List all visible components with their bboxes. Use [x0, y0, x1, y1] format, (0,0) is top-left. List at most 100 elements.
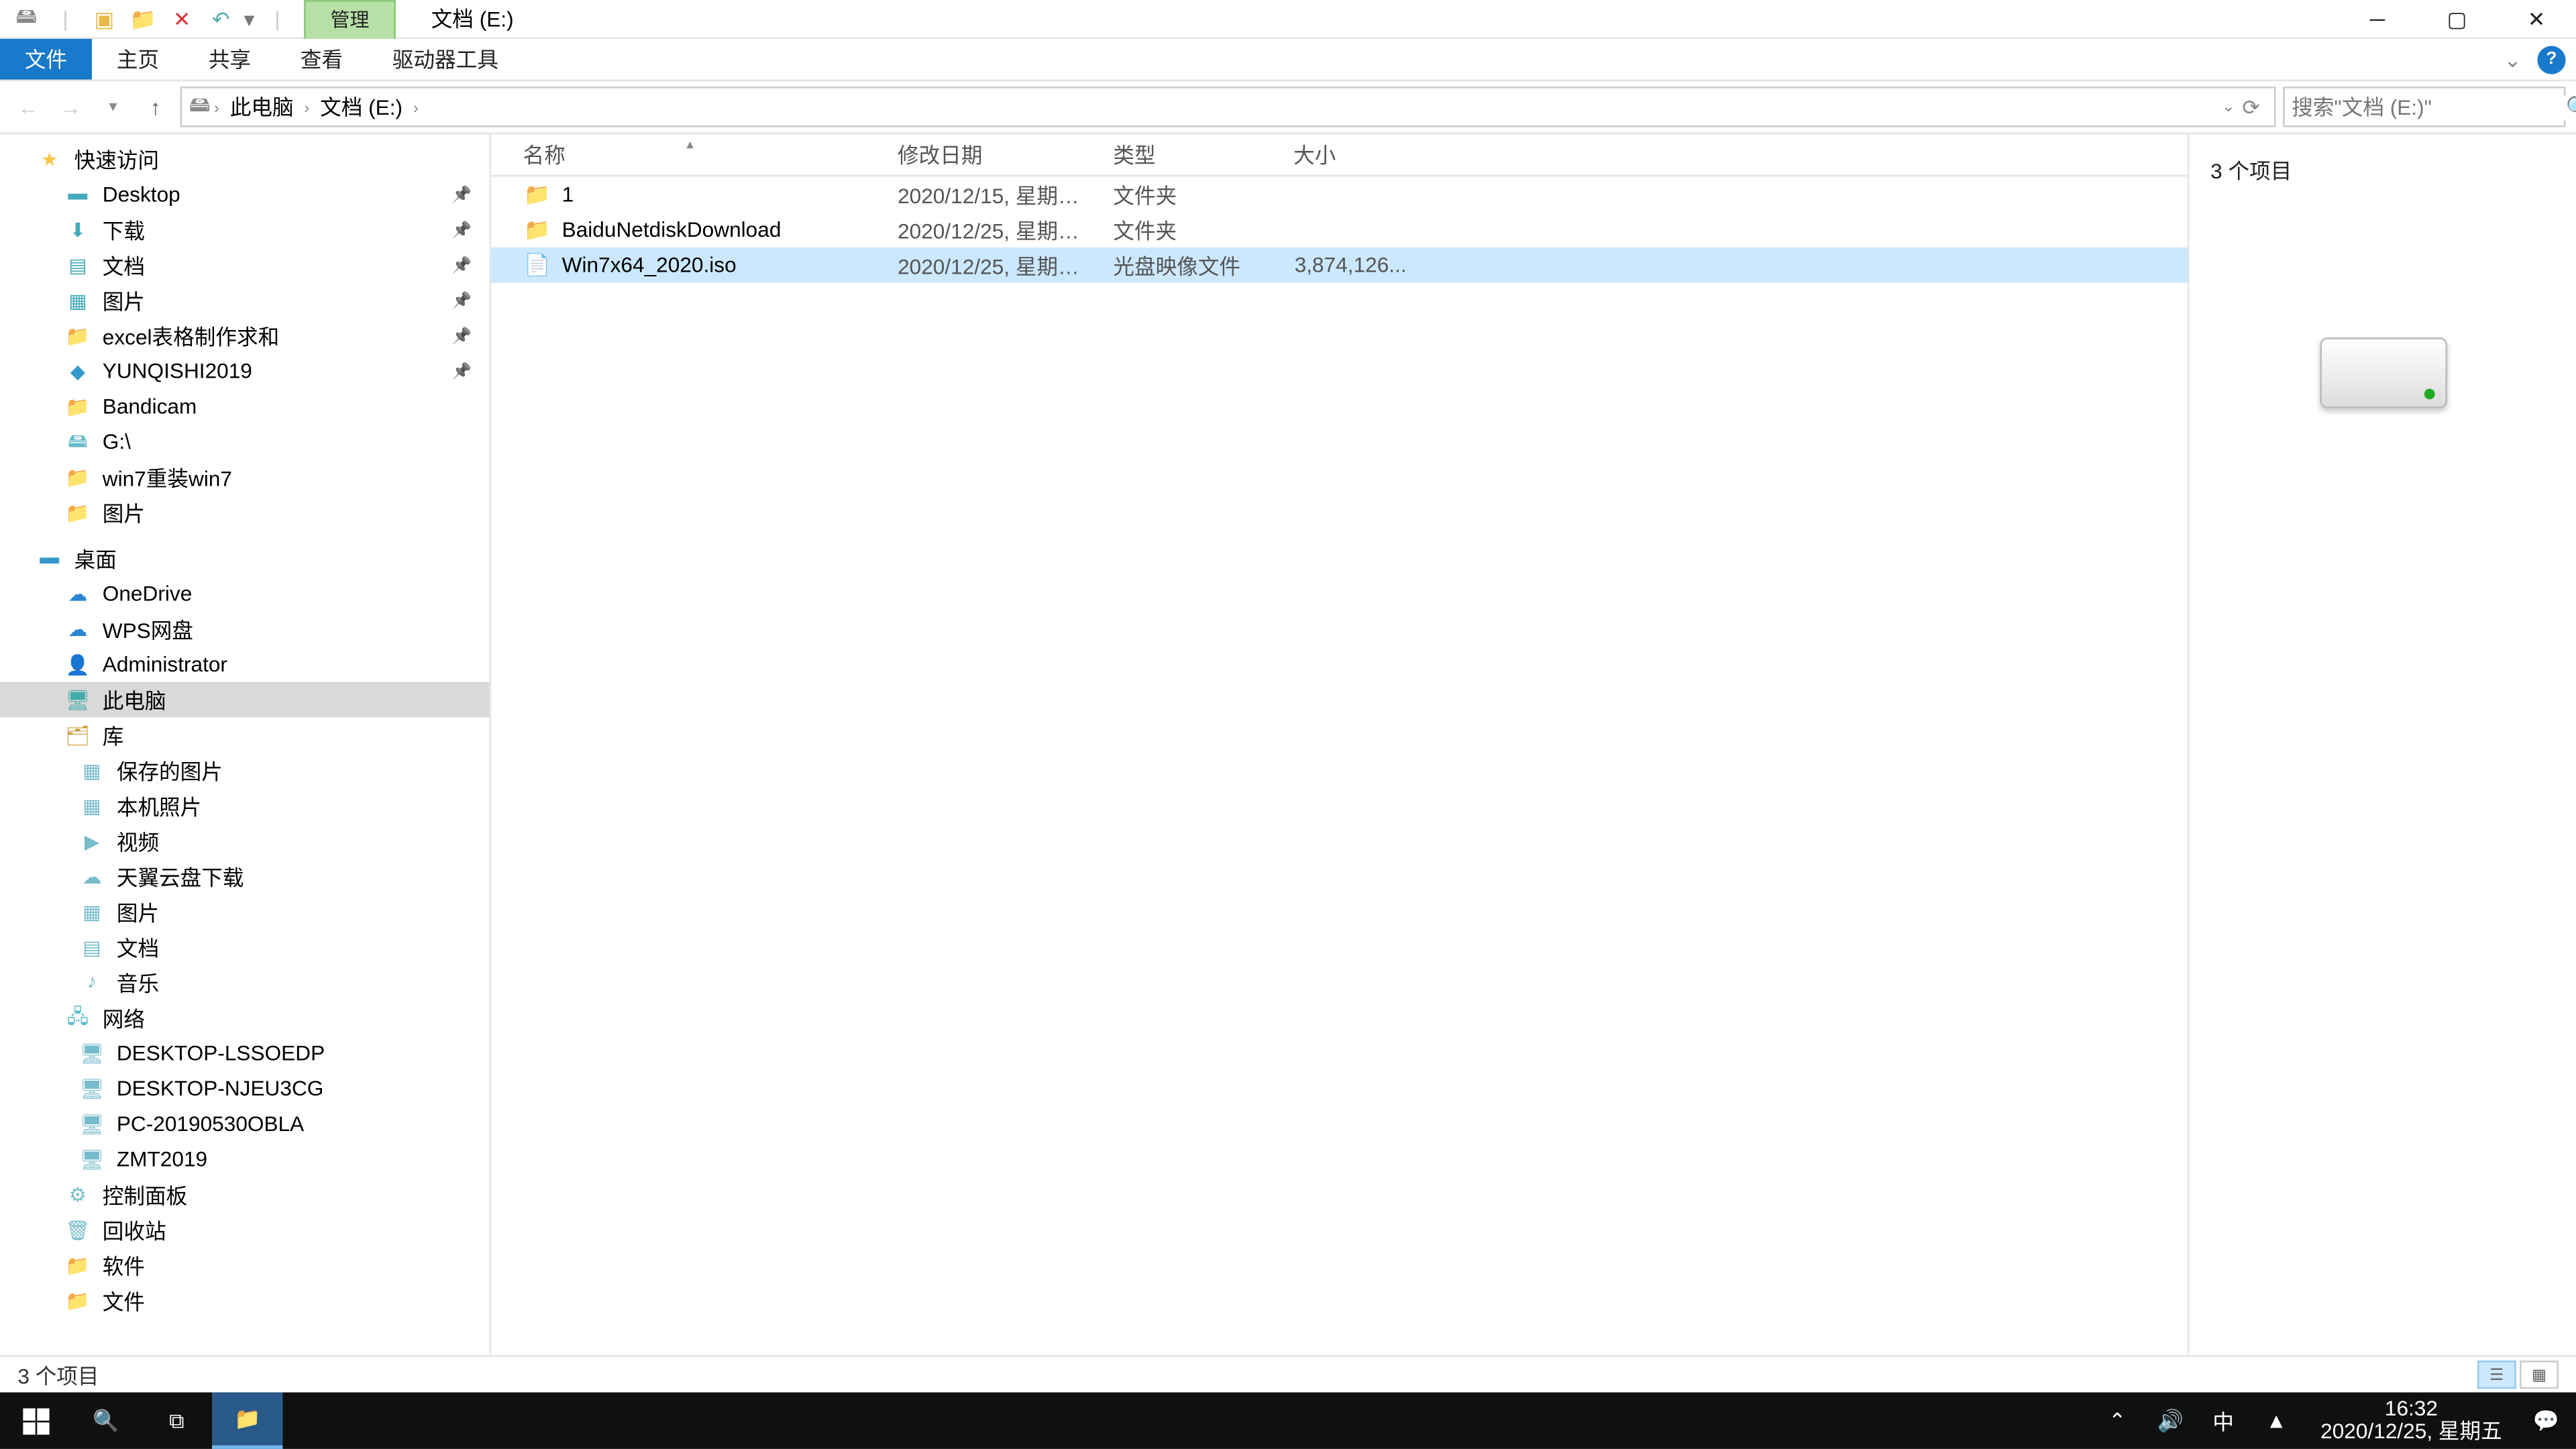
crumb-sep-icon[interactable]: ›: [214, 98, 219, 115]
cell-type: 文件夹: [1099, 215, 1279, 245]
start-button[interactable]: [0, 1393, 70, 1449]
crumb-sep-icon[interactable]: ›: [304, 98, 309, 115]
tree-yunqishi[interactable]: ◆YUNQISHI2019: [0, 354, 490, 389]
tree-onedrive[interactable]: ☁OneDrive: [0, 576, 490, 612]
tree-label: 下载: [103, 215, 145, 245]
col-name[interactable]: 名称: [491, 140, 883, 170]
refresh-icon[interactable]: ⟳: [2242, 95, 2260, 119]
view-details-button[interactable]: ☰: [2477, 1360, 2516, 1389]
cell-type: 光盘映像文件: [1099, 250, 1279, 280]
video-icon: ▶: [78, 827, 106, 855]
address-dropdown-icon[interactable]: ⌄: [2222, 97, 2235, 117]
tree-video[interactable]: ▶视频: [0, 823, 490, 859]
nav-forward-button[interactable]: →: [53, 87, 89, 126]
task-view-button[interactable]: ⧉: [142, 1393, 212, 1449]
tree-soft[interactable]: 📁软件: [0, 1248, 490, 1283]
tree-net-pc2[interactable]: 🖥DESKTOP-NJEU3CG: [0, 1071, 490, 1106]
close-button[interactable]: ✕: [2497, 0, 2576, 38]
search-button[interactable]: 🔍: [70, 1393, 141, 1449]
search-input[interactable]: [2292, 95, 2565, 119]
action-center-icon[interactable]: 💬: [2527, 1408, 2566, 1433]
qat-new-folder-icon[interactable]: 📁: [123, 0, 162, 38]
file-row[interactable]: 📁12020/12/15, 星期二 1...文件夹: [491, 176, 2188, 212]
tree-win7[interactable]: 📁win7重装win7: [0, 460, 490, 495]
tree-pics3[interactable]: ▦图片: [0, 894, 490, 930]
view-icons-button[interactable]: ▦: [2520, 1360, 2559, 1389]
tree-net-pc3[interactable]: 🖥PC-20190530OBLA: [0, 1106, 490, 1142]
tree-net-pc1[interactable]: 🖥DESKTOP-LSSOEDP: [0, 1036, 490, 1071]
tree-pictures[interactable]: ▦图片: [0, 282, 490, 318]
tree-excel[interactable]: 📁excel表格制作求和: [0, 318, 490, 354]
maximize-button[interactable]: ▢: [2417, 0, 2497, 38]
tree-network[interactable]: 🖧网络: [0, 1000, 490, 1036]
tab-view[interactable]: 查看: [276, 39, 368, 80]
tree-local-pictures[interactable]: ▦本机照片: [0, 788, 490, 824]
preview-pane: 3 个项目: [2188, 134, 2576, 1355]
minimize-button[interactable]: ─: [2338, 0, 2418, 38]
search-box[interactable]: 🔍: [2283, 87, 2565, 127]
volume-icon[interactable]: 🔊: [2151, 1408, 2190, 1433]
ime-icon[interactable]: 中: [2204, 1405, 2243, 1436]
tree-downloads[interactable]: ⬇下载: [0, 212, 490, 248]
clock[interactable]: 16:32 2020/12/25, 星期五: [2310, 1397, 2512, 1444]
tree-g-drive[interactable]: 🖴G:\: [0, 424, 490, 460]
tree-bandicam[interactable]: 📁Bandicam: [0, 388, 490, 424]
tree-pictures2[interactable]: 📁图片: [0, 495, 490, 531]
tab-share[interactable]: 共享: [184, 39, 276, 80]
nav-up-button[interactable]: ↑: [138, 87, 173, 126]
address-bar[interactable]: 🖴 › 此电脑 › 文档 (E:) › ⌄ ⟳: [180, 87, 2276, 127]
qat-customize-dropdown[interactable]: ▾: [240, 6, 258, 31]
tab-file[interactable]: 文件: [0, 39, 92, 80]
tree-label: PC-20190530OBLA: [117, 1112, 304, 1136]
tree-music[interactable]: ♪音乐: [0, 965, 490, 1000]
crumb-drive-e[interactable]: 文档 (E:): [313, 92, 410, 122]
col-size[interactable]: 大小: [1279, 140, 1421, 170]
crumb-this-pc[interactable]: 此电脑: [223, 92, 301, 122]
qat-properties-icon[interactable]: ▣: [85, 0, 123, 38]
explorer-body: ★快速访问 ▬Desktop ⬇下载 ▤文档 ▦图片 📁excel表格制作求和 …: [0, 134, 2576, 1355]
taskbar-explorer[interactable]: 📁: [212, 1393, 282, 1449]
qat-delete-icon[interactable]: ✕: [162, 0, 201, 38]
tree-label: 图片: [103, 285, 145, 315]
nav-recent-dropdown[interactable]: ▾: [95, 87, 131, 126]
tree-quick-access[interactable]: ★快速访问: [0, 142, 490, 177]
context-tab-manage[interactable]: 管理: [304, 0, 396, 38]
help-icon[interactable]: ?: [2537, 45, 2565, 73]
tree-label: 库: [103, 720, 124, 750]
documents-icon: ▤: [64, 251, 92, 279]
tree-desktop-root[interactable]: ▬桌面: [0, 541, 490, 576]
tree-recycle-bin[interactable]: 🗑回收站: [0, 1212, 490, 1248]
qat-app-icon[interactable]: 🖴: [7, 0, 46, 38]
tab-home[interactable]: 主页: [92, 39, 184, 80]
tree-net-pc4[interactable]: 🖥ZMT2019: [0, 1142, 490, 1177]
tree-administrator[interactable]: 👤Administrator: [0, 647, 490, 682]
tree-tianyi[interactable]: ☁天翼云盘下载: [0, 859, 490, 894]
col-date[interactable]: 修改日期: [883, 140, 1099, 170]
tab-drive-tools[interactable]: 驱动器工具: [368, 39, 523, 80]
tree-libraries[interactable]: 🗂库: [0, 717, 490, 753]
tree-desktop[interactable]: ▬Desktop: [0, 176, 490, 212]
crumb-sep-icon[interactable]: ›: [413, 98, 419, 115]
tree-label: Desktop: [103, 182, 180, 207]
search-icon[interactable]: 🔍: [2566, 95, 2576, 119]
tree-this-pc[interactable]: 🖥此电脑: [0, 682, 490, 718]
tree-saved-pictures[interactable]: ▦保存的图片: [0, 753, 490, 788]
window-title: 文档 (E:): [396, 3, 549, 34]
tray-app-icon[interactable]: ▲: [2257, 1408, 2296, 1433]
tree-docs2[interactable]: ▤文档: [0, 929, 490, 965]
tree-files[interactable]: 📁文件: [0, 1283, 490, 1318]
ribbon-expand-icon[interactable]: ⌄: [2498, 45, 2526, 73]
tree-documents[interactable]: ▤文档: [0, 248, 490, 283]
address-bar-row: ← → ▾ ↑ 🖴 › 此电脑 › 文档 (E:) › ⌄ ⟳ 🔍: [0, 81, 2576, 134]
file-row[interactable]: 📄Win7x64_2020.iso2020/12/25, 星期五 1...光盘映…: [491, 248, 2188, 283]
tree-control-panel[interactable]: ⚙控制面板: [0, 1177, 490, 1212]
file-row[interactable]: 📁BaiduNetdiskDownload2020/12/25, 星期五 1..…: [491, 212, 2188, 248]
nav-tree[interactable]: ★快速访问 ▬Desktop ⬇下载 ▤文档 ▦图片 📁excel表格制作求和 …: [0, 134, 491, 1355]
clock-date: 2020/12/25, 星期五: [2320, 1421, 2502, 1444]
qat-undo-icon[interactable]: ↶: [201, 0, 240, 38]
nav-back-button[interactable]: ←: [11, 87, 46, 126]
col-type[interactable]: 类型: [1099, 140, 1279, 170]
recycle-icon: 🗑: [64, 1216, 92, 1244]
tree-wps[interactable]: ☁WPS网盘: [0, 611, 490, 647]
tray-overflow-icon[interactable]: ⌃: [2098, 1408, 2137, 1433]
